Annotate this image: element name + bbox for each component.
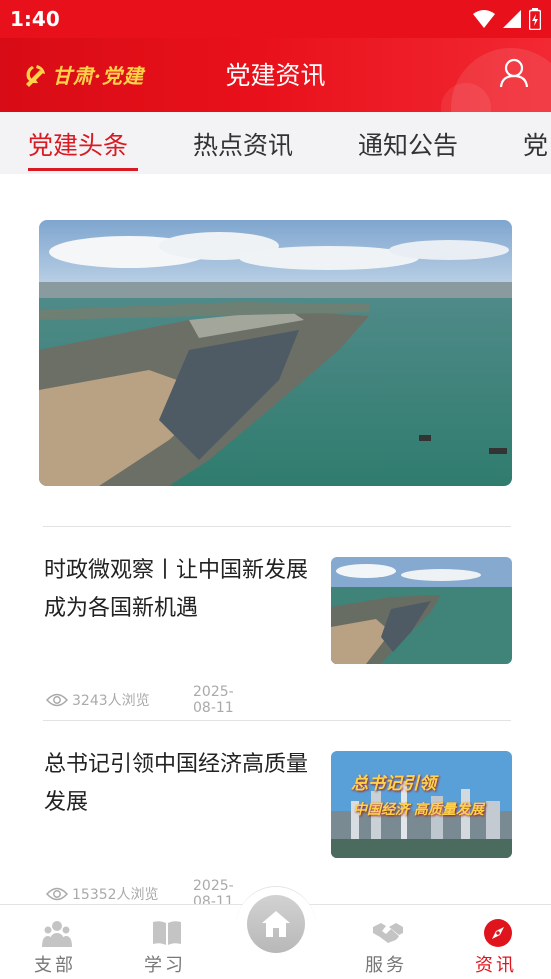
wifi-icon <box>473 10 495 28</box>
eye-icon <box>46 887 68 901</box>
eye-icon <box>46 693 68 707</box>
view-count: 15352人浏览 <box>72 887 159 903</box>
news-item-meta: 15352人浏览 2025-08-11 <box>46 878 234 904</box>
nav-service[interactable]: 服务 <box>336 905 436 979</box>
user-profile-icon[interactable] <box>499 58 529 88</box>
nav-label: 资讯 <box>475 955 517 976</box>
divider <box>43 526 511 527</box>
thumbnail-caption: 总书记引领 <box>351 774 436 794</box>
nav-branch[interactable]: 支部 <box>5 905 105 979</box>
news-item-thumbnail[interactable] <box>331 557 512 664</box>
status-time: 1:40 <box>10 7 60 31</box>
handshake-icon <box>373 923 403 943</box>
status-icons <box>473 8 541 30</box>
nav-study[interactable]: 学习 <box>115 905 215 979</box>
app-header: 甘肃·党建 党建资讯 <box>0 38 551 112</box>
publish-date: 2025-08-11 <box>193 684 234 716</box>
thumbnail-caption: 中国经济 高质量发展 <box>353 802 484 818</box>
news-item-thumbnail[interactable]: 总书记引领 中国经济 高质量发展 <box>331 751 512 858</box>
publish-date: 2025-08-11 <box>193 878 234 904</box>
status-bar: 1:40 <box>0 0 551 38</box>
page-title: 党建资讯 <box>225 61 326 90</box>
tab-party-headlines[interactable]: 党建头条 <box>28 126 128 162</box>
nav-label: 服务 <box>365 955 407 976</box>
battery-icon <box>529 8 541 30</box>
news-item-title[interactable]: 总书记引领中国经济高质量发展 <box>44 746 324 822</box>
group-icon <box>42 921 72 947</box>
category-tabs: 党建头条 热点资讯 通知公告 党 <box>0 112 551 174</box>
book-icon <box>153 921 181 945</box>
tab-notices[interactable]: 通知公告 <box>358 126 458 162</box>
nav-label: 学习 <box>144 955 186 976</box>
news-item-title[interactable]: 时政微观察丨让中国新发展成为各国新机遇 <box>44 552 324 628</box>
news-item-meta: 3243人浏览 2025-08-11 <box>46 684 234 716</box>
view-count: 3243人浏览 <box>72 693 150 709</box>
news-feed[interactable]: 时政微观察丨让中国新发展成为各国新机遇 3243人浏览 2025-08-11 总… <box>0 174 551 904</box>
signal-icon <box>503 10 521 28</box>
nav-label: 支部 <box>34 955 76 976</box>
tab-active-indicator <box>28 168 138 171</box>
hero-banner-image[interactable] <box>39 220 512 486</box>
home-icon <box>262 911 290 937</box>
divider <box>43 720 511 721</box>
compass-icon <box>484 919 512 947</box>
home-button[interactable] <box>247 895 305 953</box>
nav-news[interactable]: 资讯 <box>446 905 546 979</box>
tab-party-more[interactable]: 党 <box>523 126 548 162</box>
tab-hot-news[interactable]: 热点资讯 <box>193 126 293 162</box>
